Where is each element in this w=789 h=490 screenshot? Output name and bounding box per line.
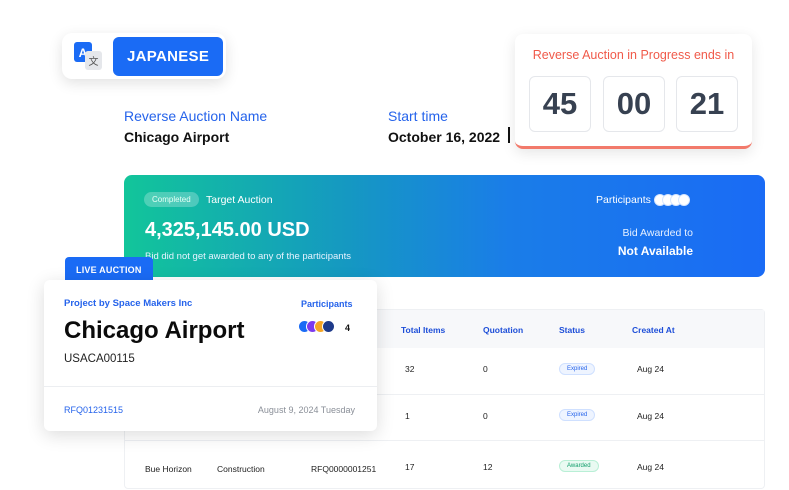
cell-name: Bue Horizon — [145, 464, 192, 474]
banner-subtext: Bid did not get awarded to any of the pa… — [145, 251, 351, 262]
translate-icon: A 文 — [65, 36, 111, 76]
column-total-items: Total Items — [401, 325, 446, 335]
row-divider — [125, 440, 764, 441]
countdown-hours: 45 — [529, 76, 591, 132]
cell-category: Construction — [217, 464, 265, 474]
completed-badge: Completed — [144, 192, 199, 207]
auction-name-label: Reverse Auction Name — [124, 108, 268, 124]
bid-awarded-value: Not Available — [617, 244, 693, 258]
bid-awarded-label: Bid Awarded to — [622, 227, 693, 239]
target-auction-banner: Completed Target Auction 4,325,145.00 US… — [124, 175, 765, 277]
card-date: August 9, 2024 Tuesday — [257, 405, 355, 415]
target-auction-label: Target Auction — [206, 194, 273, 206]
project-owner: Project by Space Makers Inc — [64, 298, 193, 309]
live-auction-card[interactable]: Project by Space Makers Inc Participants… — [44, 280, 377, 431]
cell-quotation: 12 — [483, 462, 493, 472]
language-selector[interactable]: A 文 JAPANESE — [62, 33, 227, 79]
text-cursor — [508, 127, 510, 143]
cell-total-items: 17 — [405, 462, 415, 472]
avatar — [678, 194, 690, 206]
cell-total-items: 1 — [405, 411, 410, 421]
status-badge: Expired — [559, 409, 596, 421]
countdown-panel: Reverse Auction in Progress ends in 45 0… — [515, 34, 752, 149]
cell-rfq: RFQ0000001251 — [311, 464, 377, 474]
cell-created-at: Aug 24 — [637, 411, 664, 421]
avatar — [322, 320, 335, 333]
banner-participant-avatars — [654, 194, 690, 206]
column-created-at: Created At — [632, 325, 675, 335]
banner-participants-label: Participants — [596, 194, 651, 206]
card-divider — [44, 386, 377, 387]
cell-quotation: 0 — [483, 411, 488, 421]
start-time-label: Start time — [388, 108, 448, 124]
status-badge: Awarded — [559, 460, 599, 472]
svg-text:文: 文 — [89, 55, 99, 68]
cell-quotation: 0 — [483, 364, 488, 374]
card-participant-avatars — [298, 320, 335, 333]
auction-name-value: Chicago Airport — [124, 129, 230, 145]
column-quotation: Quotation — [483, 325, 524, 335]
cell-created-at: Aug 24 — [637, 364, 664, 374]
cell-created-at: Aug 24 — [637, 462, 664, 472]
start-time-value: October 16, 2022 — [388, 129, 501, 145]
target-amount: 4,325,145.00 USD — [145, 219, 310, 241]
card-auction-title: Chicago Airport — [64, 317, 245, 344]
language-label[interactable]: JAPANESE — [113, 36, 224, 76]
card-participants-label: Participants — [301, 299, 353, 309]
cell-total-items: 32 — [405, 364, 415, 374]
card-auction-code: USACA00115 — [64, 353, 135, 365]
participants-count: 4 — [345, 323, 351, 333]
countdown-minutes: 00 — [603, 76, 665, 132]
rfq-link[interactable]: RFQ01231515 — [64, 405, 123, 415]
countdown-title: Reverse Auction in Progress ends in — [532, 48, 735, 62]
status-badge: Expired — [559, 363, 596, 375]
column-status: Status — [559, 325, 585, 335]
countdown-seconds: 21 — [676, 76, 738, 132]
